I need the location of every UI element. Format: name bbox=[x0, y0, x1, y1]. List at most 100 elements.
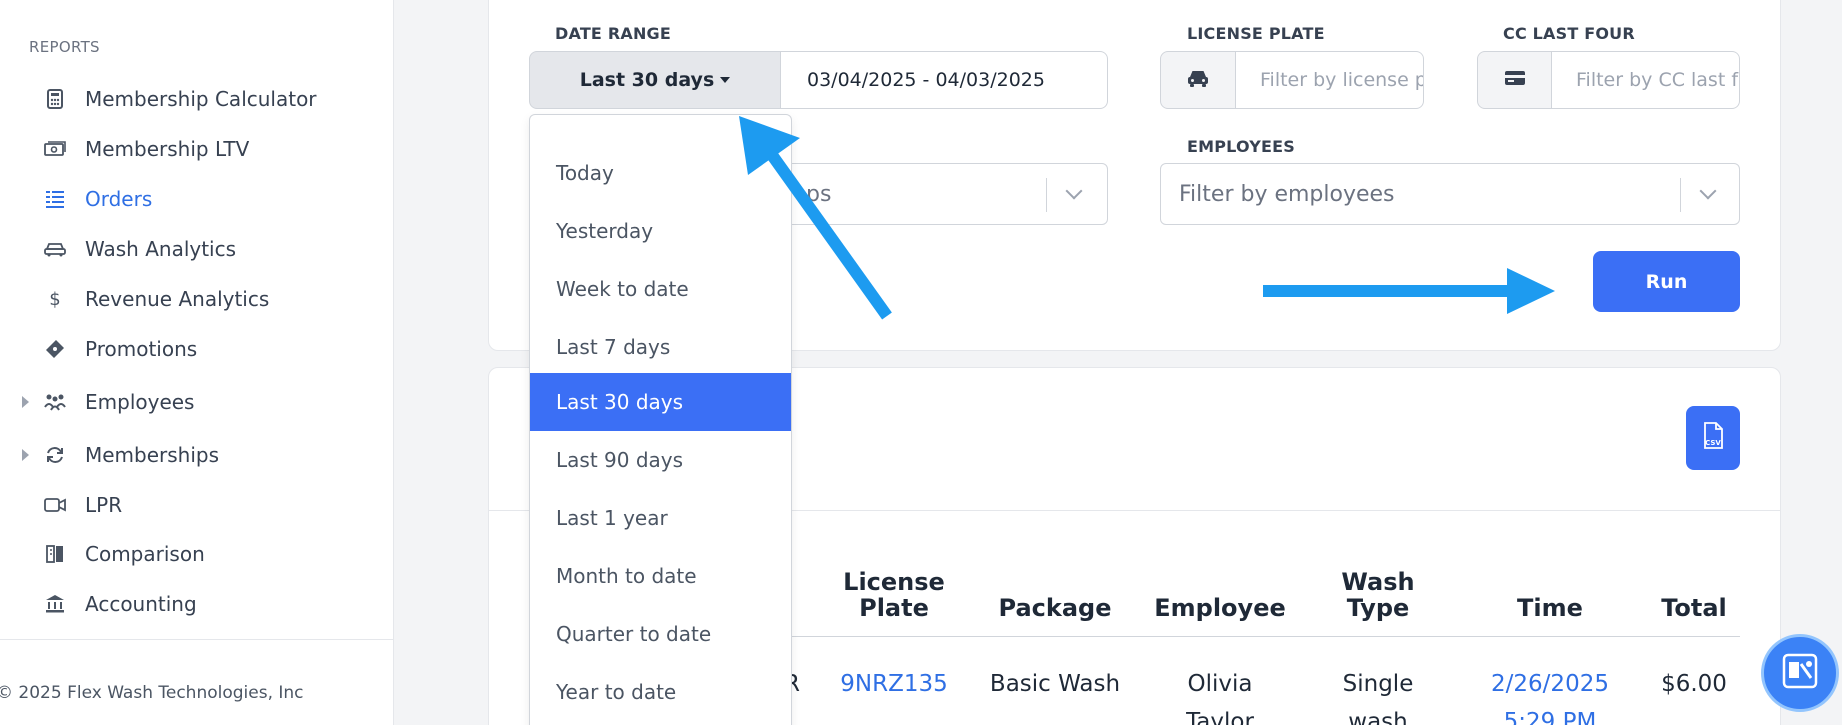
sidebar-item-label: Membership Calculator bbox=[85, 87, 317, 111]
employees-select[interactable]: Filter by employees bbox=[1160, 163, 1740, 225]
table-cell-time[interactable]: 2/26/2025 5:29 PM bbox=[1470, 665, 1630, 725]
table-cell-line: 5:29 PM bbox=[1503, 709, 1597, 725]
sidebar-item-membership-calculator[interactable]: Membership Calculator bbox=[0, 79, 394, 119]
receipt-icon bbox=[43, 187, 67, 211]
sidebar-item-label: Comparison bbox=[85, 542, 205, 566]
sidebar-item-promotions[interactable]: Promotions bbox=[0, 329, 394, 369]
credit-card-icon bbox=[1504, 69, 1526, 91]
column-header-employee[interactable]: Employee bbox=[1148, 595, 1292, 621]
sidebar-item-orders[interactable]: Orders bbox=[0, 179, 394, 219]
column-header-line: License bbox=[843, 568, 945, 596]
chevron-down-icon[interactable] bbox=[1065, 182, 1083, 200]
sidebar-item-label: Memberships bbox=[85, 443, 220, 467]
sidebar-item-label: Membership LTV bbox=[85, 137, 250, 161]
help-chat-icon bbox=[1781, 652, 1819, 694]
sidebar-item-lpr[interactable]: LPR bbox=[0, 485, 394, 525]
export-csv-button[interactable]: CSV bbox=[1686, 406, 1740, 470]
sidebar-item-label: Accounting bbox=[85, 592, 197, 616]
dropdown-option-week-to-date[interactable]: Week to date bbox=[530, 260, 791, 318]
table-header-divider bbox=[791, 636, 1740, 637]
cc-last-four-addon bbox=[1477, 51, 1552, 109]
groups-placeholder: ps bbox=[806, 182, 832, 207]
column-header-license-plate[interactable]: License Plate bbox=[830, 569, 958, 621]
sidebar-item-revenue-analytics[interactable]: $ Revenue Analytics bbox=[0, 279, 394, 319]
dropdown-option-year-to-date[interactable]: Year to date bbox=[530, 663, 791, 721]
sidebar-item-label: Employees bbox=[85, 390, 195, 414]
chevron-down-icon[interactable] bbox=[1699, 182, 1717, 200]
column-header-line: Type bbox=[1346, 594, 1410, 622]
dropdown-option-yesterday[interactable]: Yesterday bbox=[530, 202, 791, 260]
table-cell-line: Taylor bbox=[1186, 709, 1254, 725]
refresh-icon bbox=[43, 443, 67, 467]
table-cell-total: $6.00 bbox=[1661, 671, 1727, 697]
column-header-package[interactable]: Package bbox=[990, 595, 1120, 621]
column-header-total[interactable]: Total bbox=[1648, 595, 1740, 621]
date-range-preset-label: Last 30 days bbox=[579, 69, 715, 91]
calculator-icon bbox=[43, 87, 67, 111]
cc-last-four-label: CC LAST FOUR bbox=[1503, 24, 1635, 43]
column-header-wash-type[interactable]: Wash Type bbox=[1318, 569, 1438, 621]
column-header-line: Plate bbox=[859, 594, 929, 622]
sidebar-item-accounting[interactable]: Accounting bbox=[0, 584, 394, 624]
run-button[interactable]: Run bbox=[1593, 251, 1740, 312]
cc-last-four-input[interactable]: Filter by CC last four bbox=[1552, 51, 1740, 109]
table-cell-wash-type: Single wash bbox=[1318, 665, 1438, 725]
select-divider bbox=[1046, 178, 1047, 212]
people-icon bbox=[43, 390, 67, 414]
table-cell-package: Basic Wash bbox=[989, 671, 1121, 697]
sidebar-item-membership-ltv[interactable]: Membership LTV bbox=[0, 129, 394, 169]
column-header-line: Wash bbox=[1341, 568, 1415, 596]
car-icon bbox=[1186, 68, 1210, 92]
select-divider bbox=[1680, 178, 1681, 212]
license-plate-addon bbox=[1160, 51, 1236, 109]
camera-icon bbox=[43, 493, 67, 517]
sidebar-item-memberships[interactable]: Memberships bbox=[0, 435, 394, 475]
bank-icon bbox=[43, 592, 67, 616]
table-cell-employee: Olivia Taylor bbox=[1148, 665, 1292, 725]
dropdown-option-last-1-year[interactable]: Last 1 year bbox=[530, 489, 791, 547]
sidebar-item-label: Orders bbox=[85, 187, 153, 211]
sidebar-item-label: Promotions bbox=[85, 337, 198, 361]
dropdown-option-last-30-days[interactable]: Last 30 days bbox=[530, 373, 791, 431]
sidebar-item-employees[interactable]: Employees bbox=[0, 382, 394, 422]
license-plate-label: LICENSE PLATE bbox=[1187, 24, 1325, 43]
compare-icon bbox=[43, 542, 67, 566]
employees-label: EMPLOYEES bbox=[1187, 137, 1296, 156]
date-range-dropdown-menu: Today Yesterday Week to date Last 7 days… bbox=[529, 114, 792, 725]
dropdown-option-quarter-to-date[interactable]: Quarter to date bbox=[530, 605, 791, 663]
copyright-text: © 2025 Flex Wash Technologies, Inc bbox=[0, 683, 304, 703]
expand-caret-icon[interactable] bbox=[22, 449, 29, 461]
money-icon bbox=[43, 137, 67, 161]
table-cell-line: wash bbox=[1348, 709, 1408, 725]
sidebar-item-label: Wash Analytics bbox=[85, 237, 237, 261]
sidebar-heading-reports: REPORTS bbox=[29, 38, 100, 56]
table-cell-license-plate[interactable]: 9NRZ135 bbox=[830, 665, 958, 703]
dropdown-option-today[interactable]: Today bbox=[530, 144, 791, 202]
dollar-icon: $ bbox=[49, 288, 61, 310]
date-range-preset-button[interactable]: Last 30 days bbox=[529, 51, 781, 109]
expand-caret-icon[interactable] bbox=[22, 396, 29, 408]
sidebar: REPORTS Membership Calculator Membership… bbox=[0, 0, 394, 725]
csv-label: CSV bbox=[1705, 439, 1721, 447]
dropdown-option-last-7-days[interactable]: Last 7 days bbox=[530, 318, 791, 376]
table-cell-line: Single bbox=[1342, 671, 1414, 697]
column-header-time[interactable]: Time bbox=[1470, 595, 1630, 621]
table-cell-line: 2/26/2025 bbox=[1491, 671, 1609, 697]
date-range-label: DATE RANGE bbox=[555, 24, 671, 43]
license-plate-input[interactable]: Filter by license plate bbox=[1236, 51, 1424, 109]
table-cell-line: Olivia bbox=[1187, 671, 1253, 697]
car-icon bbox=[43, 237, 67, 261]
caret-down-icon bbox=[720, 77, 731, 83]
sidebar-item-label: LPR bbox=[85, 493, 123, 517]
sidebar-item-label: Revenue Analytics bbox=[85, 287, 270, 311]
dropdown-option-last-90-days[interactable]: Last 90 days bbox=[530, 431, 791, 489]
sidebar-item-wash-analytics[interactable]: Wash Analytics bbox=[0, 229, 394, 269]
sidebar-item-comparison[interactable]: Comparison bbox=[0, 534, 394, 574]
sidebar-divider bbox=[0, 639, 394, 640]
help-chat-button[interactable] bbox=[1761, 634, 1839, 712]
csv-file-icon: CSV bbox=[1700, 421, 1726, 455]
groups-select[interactable]: ps bbox=[780, 163, 1108, 225]
dropdown-option-month-to-date[interactable]: Month to date bbox=[530, 547, 791, 605]
date-range-input[interactable]: 03/04/2025 - 04/03/2025 bbox=[781, 51, 1108, 109]
employees-placeholder: Filter by employees bbox=[1179, 182, 1395, 207]
